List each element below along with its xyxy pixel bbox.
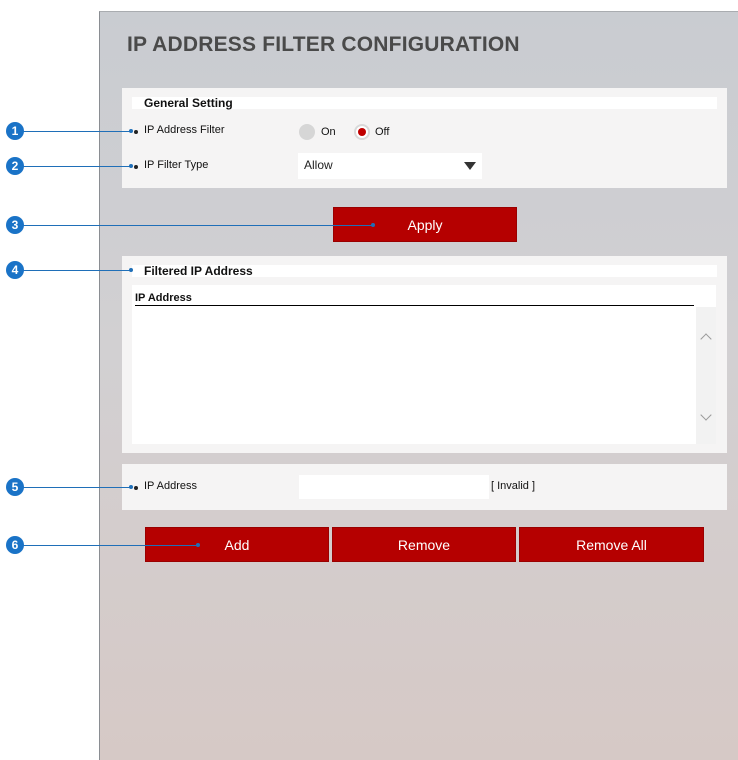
ip-address-input[interactable] [299, 475, 489, 499]
general-setting-box: General Setting IP Address Filter On Off… [122, 88, 727, 188]
callout-dot [129, 268, 133, 272]
radio-off[interactable] [354, 124, 370, 140]
ip-address-list[interactable]: IP Address [132, 285, 716, 444]
scroll-down-icon[interactable] [700, 409, 712, 421]
callout-line [18, 545, 198, 546]
list-scrollbar[interactable] [696, 307, 716, 444]
scroll-up-icon[interactable] [700, 333, 712, 345]
callout-dot [129, 129, 133, 133]
general-setting-heading: General Setting [132, 97, 717, 109]
radio-on[interactable] [299, 124, 315, 140]
radio-on-label: On [321, 126, 336, 138]
callout-dot [129, 485, 133, 489]
bullet-icon [134, 165, 138, 169]
callout-line [18, 487, 131, 488]
callout-badge: 1 [6, 122, 24, 140]
ip-address-status: [ Invalid ] [491, 480, 536, 492]
callout-dot [371, 223, 375, 227]
ip-filter-type-value: Allow [304, 158, 333, 172]
callout-badge: 6 [6, 536, 24, 554]
filtered-ip-heading: Filtered IP Address [132, 265, 717, 277]
callout-badge: 4 [6, 261, 24, 279]
filtered-ip-box: Filtered IP Address IP Address [122, 256, 727, 453]
header-divider [135, 305, 694, 306]
callout-badge: 5 [6, 478, 24, 496]
ip-filter-type-label: IP Filter Type [144, 159, 209, 171]
remove-button[interactable]: Remove [332, 527, 516, 562]
page-title: IP ADDRESS FILTER CONFIGURATION [127, 33, 520, 56]
bullet-icon [134, 130, 138, 134]
ip-address-label: IP Address [144, 480, 197, 492]
callout-line [18, 166, 131, 167]
callout-line [18, 131, 131, 132]
radio-off-label: Off [375, 126, 390, 138]
bullet-icon [134, 486, 138, 490]
ip-filter-type-select[interactable]: Allow [298, 153, 482, 179]
ip-address-filter-label: IP Address Filter [144, 124, 225, 136]
callout-dot [196, 543, 200, 547]
callout-dot [129, 164, 133, 168]
ip-address-entry-box: IP Address [ Invalid ] [122, 464, 727, 510]
remove-all-button[interactable]: Remove All [519, 527, 704, 562]
ip-address-column-header: IP Address [135, 292, 192, 304]
dropdown-arrow-icon [464, 162, 476, 170]
callout-line [18, 225, 373, 226]
callout-badge: 3 [6, 216, 24, 234]
callout-line [18, 270, 131, 271]
callout-badge: 2 [6, 157, 24, 175]
